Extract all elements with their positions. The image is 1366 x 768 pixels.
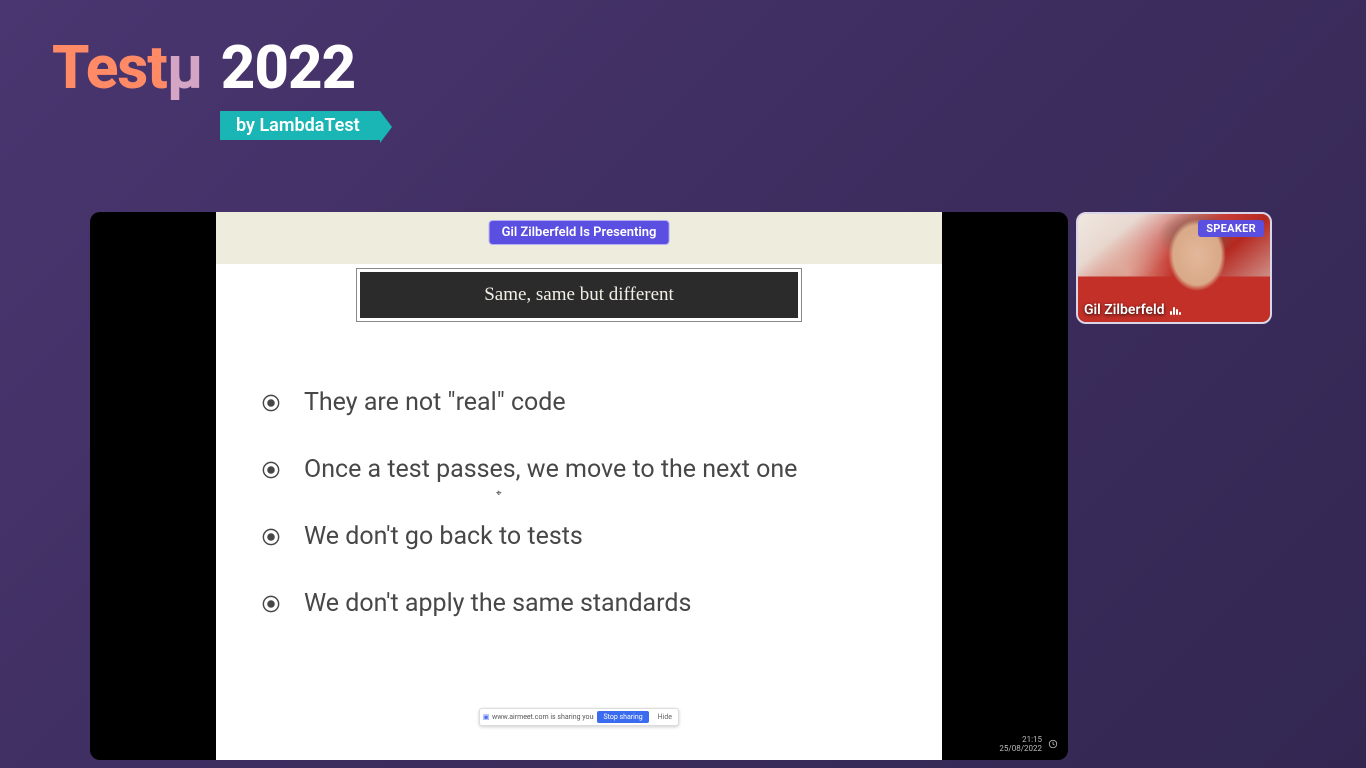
slide-bullets: They are not "real" code Once a test pas… — [262, 388, 912, 656]
speaker-name-label: Gil Zilberfeld — [1084, 302, 1181, 318]
slide-title-box: Same, same but different — [356, 268, 802, 322]
bullet-item: We don't go back to tests — [262, 522, 912, 551]
logo-brand-part1: Test — [52, 32, 167, 103]
clock-icon — [1048, 739, 1058, 749]
slide: Same, same but different They are not "r… — [216, 212, 942, 760]
speaker-name-text: Gil Zilberfeld — [1084, 302, 1164, 318]
bullet-item: We don't apply the same standards — [262, 589, 912, 618]
bullet-text: Once a test passes, we move to the next … — [304, 455, 797, 484]
logo-byline-text: by LambdaTest — [236, 115, 360, 136]
logo-byline-ribbon: by LambdaTest — [220, 111, 380, 140]
stage-footer: 21:15 25/08/2022 — [999, 735, 1058, 754]
presentation-stage: Same, same but different They are not "r… — [90, 212, 1068, 760]
presenting-badge: Gil Zilberfeld Is Presenting — [489, 220, 670, 245]
logo-main: Testμ 2022 — [52, 32, 380, 103]
stage-timestamp: 21:15 25/08/2022 — [999, 735, 1042, 754]
slide-title: Same, same but different — [360, 272, 798, 318]
speaker-role-badge: SPEAKER — [1198, 220, 1264, 237]
stage-date: 25/08/2022 — [999, 744, 1042, 754]
event-logo: Testμ 2022 by LambdaTest — [52, 32, 380, 140]
screen-share-bar: ▣ www.airmeet.com is sharing your screen… — [479, 708, 679, 726]
stage-time: 21:15 — [999, 735, 1042, 745]
bullet-item: They are not "real" code — [262, 388, 912, 417]
bullet-item: Once a test passes, we move to the next … — [262, 455, 912, 484]
audio-level-icon — [1170, 305, 1181, 315]
bullet-text: We don't apply the same standards — [304, 589, 691, 618]
logo-brand-mu: μ — [167, 32, 203, 103]
bullet-target-icon — [262, 528, 280, 546]
bullet-target-icon — [262, 595, 280, 613]
logo-year: 2022 — [221, 32, 355, 103]
share-message: www.airmeet.com is sharing your screen. — [492, 713, 594, 721]
bullet-text: They are not "real" code — [304, 388, 566, 417]
share-indicator-icon: ▣ — [480, 713, 492, 721]
hide-share-bar-button[interactable]: Hide — [652, 713, 678, 721]
bullet-target-icon — [262, 394, 280, 412]
logo-brand: Testμ — [52, 32, 203, 103]
speaker-video-tile[interactable]: SPEAKER Gil Zilberfeld — [1076, 212, 1272, 324]
bullet-target-icon — [262, 461, 280, 479]
stop-sharing-button[interactable]: Stop sharing — [597, 711, 648, 723]
bullet-text: We don't go back to tests — [304, 522, 583, 551]
